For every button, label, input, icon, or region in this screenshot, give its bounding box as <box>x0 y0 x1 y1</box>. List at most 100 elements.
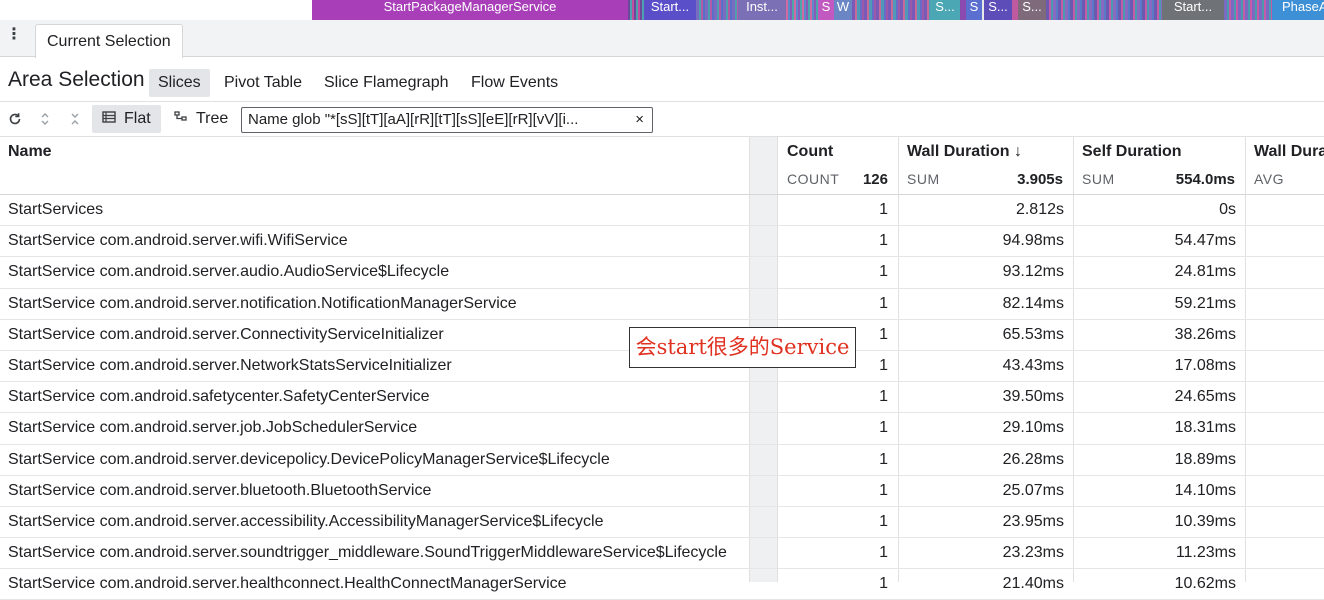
cell-wall-duration: 2.812s <box>1015 201 1064 218</box>
cell-self-duration: 11.23ms <box>1175 544 1236 562</box>
column-header-label: Self Duration <box>1082 143 1182 160</box>
tab-slices[interactable]: Slices <box>149 69 210 97</box>
timeline-slice-group[interactable] <box>786 0 818 20</box>
table-row[interactable]: StartService com.android.server.accessib… <box>0 507 1324 539</box>
column-header-count[interactable]: Count COUNT 126 <box>779 137 899 195</box>
timeline-slice[interactable]: W <box>834 0 852 20</box>
table-row[interactable]: StartService com.android.server.bluetoot… <box>0 476 1324 507</box>
aggregate-value: 554.0ms <box>1175 171 1235 188</box>
column-aggregate: COUNT 126 <box>787 171 888 188</box>
aggregate-type: SUM <box>1082 171 1115 187</box>
column-header-self-duration[interactable]: Self Duration SUM 554.0ms <box>1074 137 1246 195</box>
tab-flow-events[interactable]: Flow Events <box>462 69 567 97</box>
column-aggregate: AVG <box>1254 171 1314 187</box>
details-tab-bar: ⋮ Current Selection <box>0 20 1324 58</box>
timeline-slice[interactable]: StartPackageManagerService <box>312 0 628 20</box>
timeline-slice[interactable]: S <box>966 0 982 20</box>
area-selection-header: Area Selection Slices Pivot Table Slice … <box>0 58 1324 102</box>
column-header-name[interactable]: Name <box>0 137 749 195</box>
cell-name: StartService com.android.server.devicepo… <box>8 450 610 468</box>
cell-wall-duration: 82.14ms <box>1002 294 1064 312</box>
timeline-slice[interactable]: S... <box>984 0 1012 20</box>
cell-self-duration: 18.31ms <box>1174 419 1236 437</box>
cell-wall-duration: 29.10ms <box>1002 419 1064 437</box>
tab-current-selection[interactable]: Current Selection <box>35 24 183 58</box>
column-header-wall-duration[interactable]: Wall Duration ↓ SUM 3.905s <box>899 137 1074 195</box>
tree-view-label: Tree <box>196 110 229 127</box>
cell-count: 1 <box>879 201 888 218</box>
cell-name: StartService com.android.server.notifica… <box>8 294 517 312</box>
table-row[interactable]: StartService com.android.server.wifi.Wif… <box>0 226 1324 258</box>
timeline-slice-group[interactable] <box>696 0 738 20</box>
cell-wall-duration: 26.28ms <box>1002 450 1064 468</box>
cell-name: StartService com.android.server.accessib… <box>8 512 604 530</box>
tab-slice-flamegraph[interactable]: Slice Flamegraph <box>315 69 458 97</box>
timeline-slice[interactable]: S... <box>930 0 960 20</box>
timeline-slice[interactable]: PhaseA <box>1272 0 1324 20</box>
table-row[interactable]: StartService com.android.server.notifica… <box>0 289 1324 320</box>
table-row[interactable]: StartService com.android.server.healthco… <box>0 569 1324 600</box>
list-icon <box>102 105 120 132</box>
cell-wall-duration: 65.53ms <box>1002 325 1064 343</box>
tree-view-button[interactable]: Tree <box>164 105 238 133</box>
cell-self-duration: 10.39ms <box>1174 512 1236 530</box>
flat-view-button[interactable]: Flat <box>92 105 161 133</box>
cell-count: 1 <box>879 263 888 281</box>
timeline-slice[interactable]: Start... <box>644 0 696 20</box>
table-row[interactable]: StartService com.android.server.soundtri… <box>0 538 1324 570</box>
aggregate-type: COUNT <box>787 171 840 187</box>
cell-self-duration: 17.08ms <box>1174 356 1236 374</box>
cell-wall-duration: 43.43ms <box>1002 356 1064 374</box>
cell-count: 1 <box>879 294 888 312</box>
cell-count: 1 <box>879 450 888 468</box>
expand-icon[interactable] <box>36 109 54 129</box>
timeline-track[interactable]: StartPackageManagerService Start... Inst… <box>0 0 1324 20</box>
cell-wall-duration: 21.40ms <box>1002 575 1064 593</box>
column-aggregate: SUM 554.0ms <box>1082 171 1235 188</box>
cell-name: StartService com.android.server.soundtri… <box>8 544 727 562</box>
table-row[interactable]: StartService com.android.server.job.JobS… <box>0 413 1324 445</box>
aggregate-value: 3.905s <box>1017 171 1063 188</box>
aggregate-type: SUM <box>907 171 940 187</box>
cell-self-duration: 38.26ms <box>1174 325 1236 343</box>
cell-self-duration: 24.65ms <box>1174 388 1236 406</box>
cell-wall-duration: 23.23ms <box>1002 544 1064 562</box>
flat-view-label: Flat <box>124 110 151 127</box>
column-aggregate: SUM 3.905s <box>907 171 1063 188</box>
cell-self-duration: 10.62ms <box>1174 575 1236 593</box>
timeline-slice[interactable]: Inst... <box>738 0 786 20</box>
refresh-icon[interactable] <box>6 109 24 129</box>
cell-self-duration: 24.81ms <box>1174 263 1236 281</box>
column-header-wall-duration-avg[interactable]: Wall Dura AVG <box>1246 137 1324 195</box>
tree-icon <box>174 105 192 132</box>
table-header: Name Count COUNT 126 Wall Duration ↓ SUM 3… <box>0 137 1324 195</box>
filter-chip[interactable]: Name glob "*[sS][tT][aA][rR][tT][sS][eE]… <box>241 107 653 133</box>
timeline-slice-group[interactable] <box>1046 0 1162 20</box>
cell-name: StartService com.android.server.wifi.Wif… <box>8 232 348 250</box>
tab-pivot-table[interactable]: Pivot Table <box>215 69 311 97</box>
table-row[interactable]: StartServices 1 2.812s 0s <box>0 195 1324 227</box>
cell-self-duration: 18.89ms <box>1174 450 1236 468</box>
timeline-slice-group[interactable] <box>852 0 930 20</box>
cell-wall-duration: 94.98ms <box>1002 232 1064 250</box>
timeline-slice-group[interactable] <box>1224 0 1272 20</box>
page-title: Area Selection <box>8 68 145 91</box>
cell-wall-duration: 23.95ms <box>1002 512 1064 530</box>
kebab-menu-icon[interactable]: ⋮ <box>6 27 22 44</box>
column-header-label: Count <box>787 143 834 160</box>
cell-name: StartServices <box>8 201 104 218</box>
collapse-icon[interactable] <box>66 109 84 129</box>
timeline-slice[interactable]: S... <box>1018 0 1046 20</box>
table-row[interactable]: StartService com.android.server.devicepo… <box>0 445 1324 476</box>
cell-count: 1 <box>879 232 888 250</box>
timeline-slice-group[interactable] <box>628 0 644 20</box>
aggregate-value: 126 <box>862 171 888 188</box>
cell-wall-duration: 25.07ms <box>1002 481 1064 499</box>
timeline-slice[interactable]: Start... <box>1162 0 1224 20</box>
cell-wall-duration: 39.50ms <box>1002 388 1064 406</box>
cell-count: 1 <box>879 575 888 593</box>
timeline-slice[interactable]: S <box>818 0 834 20</box>
table-row[interactable]: StartService com.android.server.audio.Au… <box>0 257 1324 289</box>
table-row[interactable]: StartService com.android.safetycenter.Sa… <box>0 382 1324 414</box>
close-icon[interactable]: × <box>635 108 644 132</box>
